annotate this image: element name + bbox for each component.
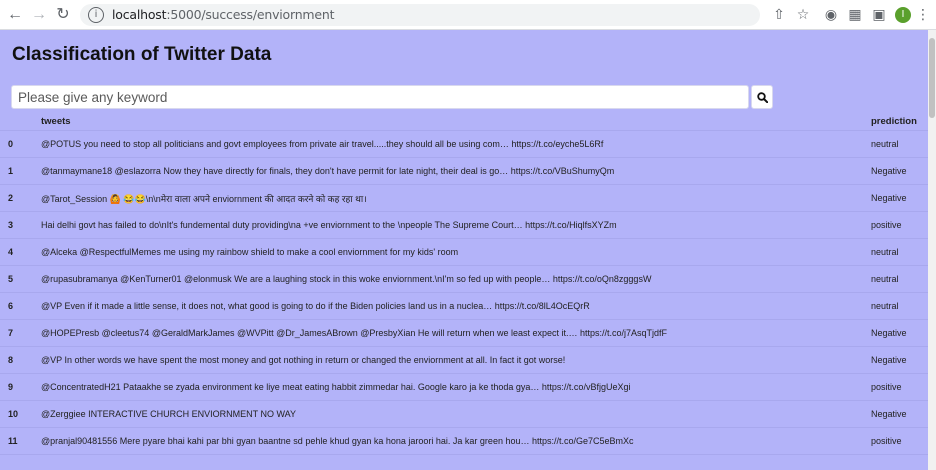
column-header-prediction: prediction <box>871 116 928 131</box>
table-row: 3 Hai delhi govt has failed to do\nIt's … <box>0 211 928 239</box>
row-index: 1 <box>0 157 41 185</box>
forward-arrow-icon[interactable]: → <box>28 4 50 26</box>
url-host: localhost <box>112 7 167 22</box>
table-row: 6 @VP Even if it made a little sense, it… <box>0 292 928 320</box>
column-header-tweets: tweets <box>41 116 871 131</box>
bookmark-star-icon[interactable]: ☆ <box>794 6 812 24</box>
prediction-label: positive <box>871 373 928 401</box>
page-scrollbar[interactable] <box>928 30 936 470</box>
prediction-label: neutral <box>871 238 928 266</box>
tweet-text: @rupasubramanya @KenTurner01 @elonmusk W… <box>41 265 871 293</box>
row-index: 2 <box>0 184 41 212</box>
prediction-label: Negative <box>871 157 928 185</box>
site-info-icon[interactable]: i <box>88 7 104 23</box>
extensions-puzzle-icon[interactable]: ▦ <box>846 6 864 24</box>
tweet-text: Hai delhi govt has failed to do\nIt's fu… <box>41 211 871 239</box>
address-bar[interactable]: i localhost:5000/success/enviornment <box>80 4 760 26</box>
tweet-text: @Tarot_Session 🙆 😂😂\n\nमेरा वाला अपने en… <box>41 184 871 212</box>
table-row: 4 @Alceka @RespectfulMemes me using my r… <box>0 238 928 266</box>
row-index: 9 <box>0 373 41 401</box>
tweet-text: @VP In other words we have spent the mos… <box>41 346 871 374</box>
column-header-index <box>0 116 41 131</box>
url-path: :5000/success/enviornment <box>166 7 335 22</box>
search-button[interactable] <box>751 85 773 109</box>
share-icon[interactable]: ⇧ <box>770 6 788 24</box>
row-index: 4 <box>0 238 41 266</box>
scrollbar-thumb[interactable] <box>929 38 935 118</box>
prediction-label: Negative <box>871 184 928 212</box>
tweet-text: @POTUS you need to stop all politicians … <box>41 130 871 158</box>
camera-icon[interactable]: ◉ <box>822 6 840 24</box>
side-panel-icon[interactable]: ▣ <box>870 6 888 24</box>
row-index: 11 <box>0 427 41 455</box>
row-index: 7 <box>0 319 41 347</box>
browser-toolbar: ← → ↻ i localhost:5000/success/enviornme… <box>0 0 936 30</box>
tweet-text: @HOPEPresb @cleetus74 @GeraldMarkJames @… <box>41 319 871 347</box>
row-index: 10 <box>0 400 41 428</box>
row-index: 6 <box>0 292 41 320</box>
prediction-label: positive <box>871 427 928 455</box>
tweet-text: @Zerggiee INTERACTIVE CHURCH ENVIORNMENT… <box>41 400 871 428</box>
prediction-label: neutral <box>871 130 928 158</box>
tweet-text: @Alceka @RespectfulMemes me using my rai… <box>41 238 871 266</box>
row-index: 5 <box>0 265 41 293</box>
prediction-label: Negative <box>871 346 928 374</box>
back-arrow-icon[interactable]: ← <box>4 4 26 26</box>
tweet-text: @pranjal90481556 Mere pyare bhai kahi pa… <box>41 427 871 455</box>
row-index: 8 <box>0 346 41 374</box>
menu-kebab-icon[interactable]: ⋮ <box>916 6 930 24</box>
page-content: Classification of Twitter Data tweets pr… <box>0 30 928 470</box>
reload-icon[interactable]: ↻ <box>52 4 74 26</box>
table-row: 0 @POTUS you need to stop all politician… <box>0 130 928 158</box>
table-row: 7 @HOPEPresb @cleetus74 @GeraldMarkJames… <box>0 319 928 347</box>
url-text: localhost:5000/success/enviornment <box>112 7 335 22</box>
table-row: 9 @ConcentratedH21 Pataakhe se zyada env… <box>0 373 928 401</box>
table-row: 5 @rupasubramanya @KenTurner01 @elonmusk… <box>0 265 928 293</box>
search-input[interactable] <box>11 85 749 109</box>
prediction-label: neutral <box>871 265 928 293</box>
tweet-text: @ConcentratedH21 Pataakhe se zyada envir… <box>41 373 871 401</box>
row-index: 3 <box>0 211 41 239</box>
prediction-label: neutral <box>871 292 928 320</box>
prediction-label: Negative <box>871 319 928 347</box>
table-row: 8 @VP In other words we have spent the m… <box>0 346 928 374</box>
table-header-row: tweets prediction <box>0 116 928 131</box>
table-row: 2 @Tarot_Session 🙆 😂😂\n\nमेरा वाला अपने … <box>0 184 928 212</box>
prediction-label: positive <box>871 211 928 239</box>
row-index: 0 <box>0 130 41 158</box>
page-title: Classification of Twitter Data <box>12 44 272 65</box>
profile-avatar[interactable]: I <box>895 7 911 23</box>
table-row: 10 @Zerggiee INTERACTIVE CHURCH ENVIORNM… <box>0 400 928 428</box>
table-row: 11 @pranjal90481556 Mere pyare bhai kahi… <box>0 427 928 455</box>
tweet-text: @VP Even if it made a little sense, it d… <box>41 292 871 320</box>
table-row: 1 @tanmaymane18 @eslazorra Now they have… <box>0 157 928 185</box>
prediction-label: Negative <box>871 400 928 428</box>
magnifier-icon <box>757 92 768 103</box>
tweet-text: @tanmaymane18 @eslazorra Now they have d… <box>41 157 871 185</box>
tweets-table: tweets prediction 0 @POTUS you need to s… <box>0 116 928 455</box>
